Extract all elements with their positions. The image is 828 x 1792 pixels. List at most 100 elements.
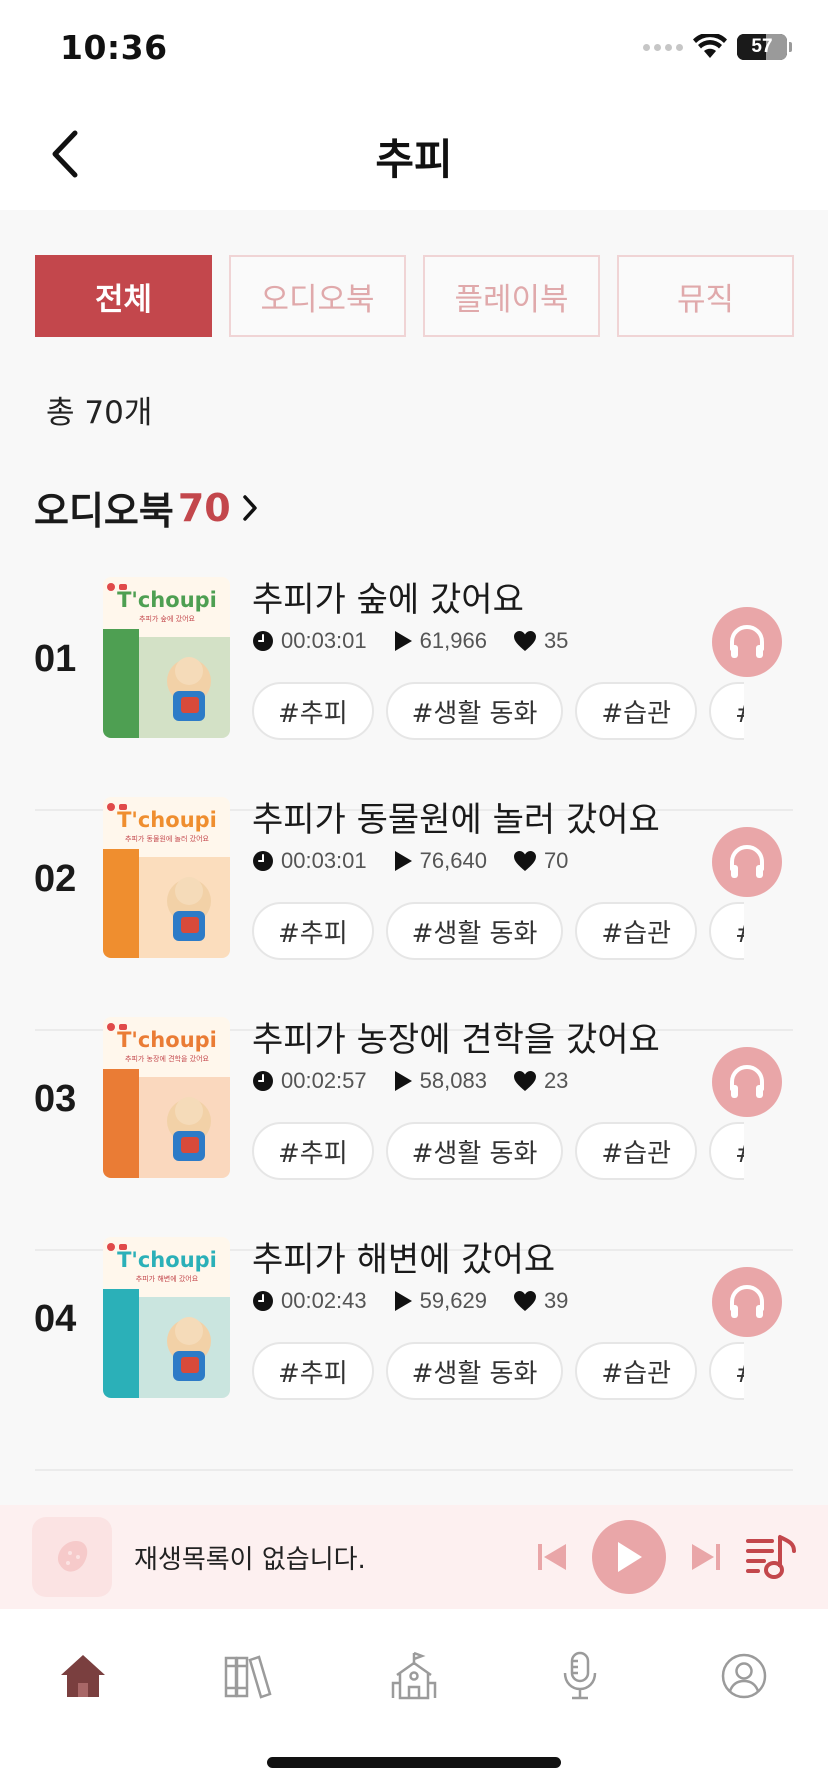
- tag-chip[interactable]: #가: [709, 902, 744, 960]
- item-tags: #추피#생활 동화#습관#가: [252, 682, 744, 742]
- battery-level-text: 57: [751, 36, 773, 57]
- home-indicator: [267, 1757, 561, 1768]
- item-rank: 01: [34, 638, 77, 680]
- tag-chip[interactable]: #추피: [252, 682, 374, 740]
- player-status-text: 재생목록이 없습니다.: [134, 1545, 366, 1575]
- playlist-icon: [746, 1535, 796, 1579]
- nav-library[interactable]: [213, 1641, 283, 1711]
- status-icons: 57: [643, 34, 792, 60]
- player-thumbnail: [32, 1517, 112, 1597]
- tag-chip[interactable]: #습관: [575, 1342, 698, 1400]
- item-plays: 61,966: [419, 628, 487, 653]
- item-meta: 00:03:01 61,966 35: [252, 628, 594, 654]
- heart-icon: [513, 1071, 536, 1091]
- play-count-icon: [394, 1071, 412, 1091]
- listen-button[interactable]: [712, 607, 782, 677]
- tag-chip[interactable]: #생활 동화: [385, 682, 564, 740]
- page-title: 추피: [375, 135, 453, 184]
- item-title: 추피가 숲에 갔어요: [252, 580, 524, 620]
- tag-chip[interactable]: #습관: [575, 902, 698, 960]
- item-meta: 00:02:43 59,629 39: [252, 1288, 594, 1314]
- item-plays: 76,640: [419, 848, 487, 873]
- tab-3[interactable]: 뮤직: [617, 255, 794, 337]
- item-likes: 39: [543, 1288, 569, 1313]
- category-tabs: 전체 오디오북 플레이북 뮤직: [35, 255, 794, 337]
- item-duration: 00:02:43: [281, 1288, 367, 1313]
- item-duration: 00:03:01: [281, 628, 367, 653]
- mini-player[interactable]: 재생목록이 없습니다.: [0, 1505, 828, 1609]
- cover-brand: T'choupi: [117, 808, 217, 832]
- headphones-icon: [730, 624, 764, 658]
- home-icon: [61, 1655, 105, 1697]
- nav-microphone[interactable]: [545, 1641, 615, 1711]
- book-cover: T'choupi 추피가 해변에 갔어요: [103, 1237, 230, 1398]
- tag-chip[interactable]: #생활 동화: [385, 902, 564, 960]
- next-button[interactable]: [688, 1542, 722, 1572]
- nav-school[interactable]: [379, 1641, 449, 1711]
- tag-chip[interactable]: #습관: [575, 682, 698, 740]
- tag-chip[interactable]: #가: [709, 1342, 744, 1400]
- tag-chip[interactable]: #추피: [252, 1342, 374, 1400]
- books-icon: [224, 1655, 272, 1699]
- total-count: 총 70개: [46, 395, 153, 431]
- cookie-icon: [57, 1541, 88, 1572]
- item-duration: 00:02:57: [281, 1068, 367, 1093]
- play-icon: [618, 1542, 642, 1572]
- header: 추피: [0, 100, 828, 210]
- cover-subtitle: 추피가 동물원에 놀러 갔어요: [125, 834, 210, 843]
- list-item[interactable]: 03 T'choupi 추피가 농장에 견학을 갔어요 추피가 농장에 견학을 …: [0, 1000, 828, 1251]
- tag-chip[interactable]: #가: [709, 682, 744, 740]
- list-item[interactable]: 02 T'choupi 추피가 동물원에 놀러 갔어요 추피가 동물원에 놀러 …: [0, 780, 828, 1031]
- nav-profile[interactable]: [709, 1641, 779, 1711]
- item-title: 추피가 농장에 견학을 갔어요: [252, 1020, 660, 1060]
- battery-icon: 57: [737, 34, 787, 60]
- tag-chip[interactable]: #추피: [252, 1122, 374, 1180]
- item-tags: #추피#생활 동화#습관#가: [252, 902, 744, 962]
- cover-subtitle: 추피가 해변에 갔어요: [136, 1274, 199, 1283]
- heart-icon: [513, 1291, 536, 1311]
- clock-icon: [253, 851, 273, 871]
- item-likes: 70: [543, 848, 569, 873]
- listen-button[interactable]: [712, 827, 782, 897]
- clock-icon: [253, 631, 273, 651]
- section-audiobook-link[interactable]: 오디오북 70: [34, 480, 259, 535]
- book-cover: T'choupi 추피가 농장에 견학을 갔어요: [103, 1017, 230, 1178]
- section-count: 70: [177, 485, 231, 530]
- cover-brand: T'choupi: [117, 588, 217, 612]
- item-plays: 58,083: [419, 1068, 487, 1093]
- cover-brand: T'choupi: [117, 1028, 217, 1052]
- tab-0[interactable]: 전체: [35, 255, 212, 337]
- tag-chip[interactable]: #생활 동화: [385, 1342, 564, 1400]
- playlist-button[interactable]: [744, 1533, 798, 1581]
- player-controls: [536, 1517, 798, 1597]
- tag-chip[interactable]: #가: [709, 1122, 744, 1180]
- headphones-icon: [730, 1284, 764, 1318]
- list-item[interactable]: 04 T'choupi 추피가 해변에 갔어요 추피가 해변에 갔어요 00:0…: [0, 1220, 828, 1471]
- item-duration: 00:03:01: [281, 848, 367, 873]
- skip-previous-icon: [538, 1544, 566, 1570]
- listen-button[interactable]: [712, 1047, 782, 1117]
- heart-icon: [513, 851, 536, 871]
- chevron-right-icon: [241, 493, 259, 523]
- book-cover: T'choupi 추피가 동물원에 놀러 갔어요: [103, 797, 230, 958]
- skip-next-icon: [692, 1544, 720, 1570]
- tag-chip[interactable]: #추피: [252, 902, 374, 960]
- item-tags: #추피#생활 동화#습관#가: [252, 1122, 744, 1182]
- school-icon: [391, 1651, 437, 1700]
- item-rank: 04: [34, 1298, 77, 1340]
- tag-chip[interactable]: #생활 동화: [385, 1122, 564, 1180]
- list-item[interactable]: 01 T'choupi 추피가 숲에 갔어요 추피가 숲에 갔어요 00:03:…: [0, 560, 828, 811]
- listen-button[interactable]: [712, 1267, 782, 1337]
- clock-icon: [253, 1071, 273, 1091]
- play-button[interactable]: [592, 1520, 666, 1594]
- section-title: 오디오북: [34, 489, 174, 533]
- tab-2[interactable]: 플레이북: [423, 255, 600, 337]
- previous-button[interactable]: [536, 1542, 570, 1572]
- clock-icon: [253, 1291, 273, 1311]
- profile-icon: [721, 1653, 767, 1699]
- tag-chip[interactable]: #습관: [575, 1122, 698, 1180]
- headphones-icon: [730, 844, 764, 878]
- wifi-icon: [693, 34, 727, 58]
- nav-home[interactable]: [48, 1641, 118, 1711]
- tab-1[interactable]: 오디오북: [229, 255, 406, 337]
